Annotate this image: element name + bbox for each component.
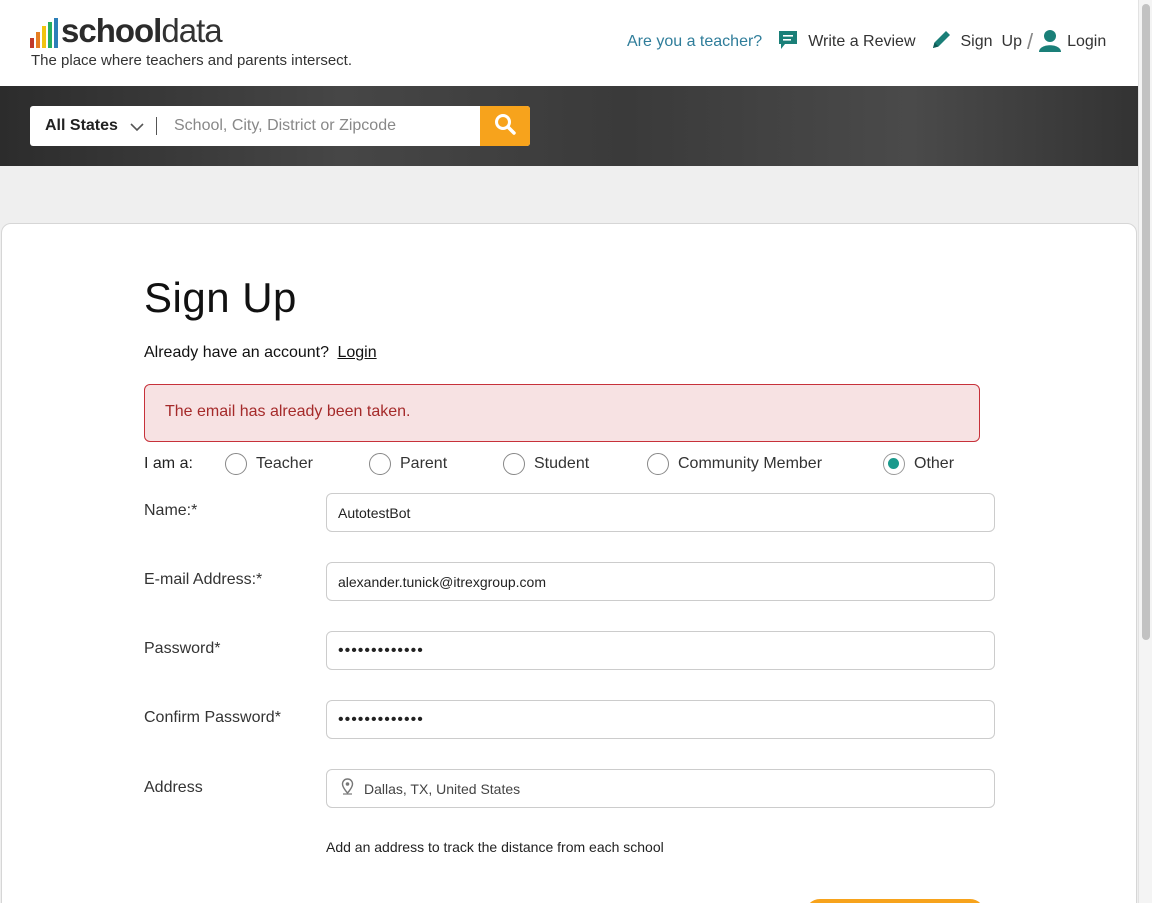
pencil-icon — [931, 29, 952, 55]
top-nav: Are you a teacher? Write a Review Sign U… — [627, 28, 1106, 57]
page-scrollbar[interactable] — [1138, 0, 1152, 903]
radio-teacher[interactable]: Teacher — [225, 453, 313, 475]
radio-community-label: Community Member — [678, 455, 823, 472]
confirm-password-label: Confirm Password* — [144, 709, 281, 726]
address-label: Address — [144, 779, 203, 796]
teacher-link[interactable]: Are you a teacher? — [627, 33, 762, 51]
radio-circle-checked — [883, 453, 905, 475]
radio-student-label: Student — [534, 455, 590, 472]
logo-bars-icon — [30, 18, 58, 48]
login-label: Login — [1067, 33, 1107, 50]
address-hint: Add an address to track the distance fro… — [326, 839, 664, 855]
submit-button[interactable] — [805, 899, 985, 903]
radio-student[interactable]: Student — [503, 453, 589, 475]
search-icon — [494, 113, 516, 140]
error-alert: The email has already been taken. — [144, 384, 980, 442]
user-icon — [1038, 28, 1062, 57]
write-review-label: Write a Review — [808, 33, 916, 50]
logo-text: schooldata — [61, 12, 223, 49]
radio-circle — [503, 453, 525, 475]
site-header: schooldata The place where teachers and … — [0, 0, 1138, 86]
search-button[interactable] — [480, 106, 530, 146]
tagline: The place where teachers and parents int… — [31, 52, 353, 69]
nav-separator: / — [1026, 29, 1034, 54]
radio-circle — [369, 453, 391, 475]
login-link[interactable]: Login — [1038, 28, 1106, 57]
already-account: Already have an account? Login — [144, 344, 377, 362]
name-label: Name:* — [144, 502, 198, 519]
sign-up-label-b: Up — [1001, 33, 1022, 50]
chevron-down-icon — [130, 119, 144, 137]
radio-parent-label: Parent — [400, 455, 448, 472]
signup-card: Sign Up Already have an account? Login T… — [1, 223, 1137, 903]
password-label: Password* — [144, 640, 221, 657]
search-input[interactable] — [157, 106, 480, 146]
write-review-link[interactable]: Write a Review — [777, 29, 916, 56]
role-label: I am a: — [144, 455, 193, 472]
email-label: E-mail Address:* — [144, 571, 263, 588]
location-pin-icon — [341, 777, 354, 800]
address-input[interactable] — [364, 780, 994, 797]
login-inline-link[interactable]: Login — [337, 344, 376, 361]
radio-parent[interactable]: Parent — [369, 453, 447, 475]
radio-other-label: Other — [914, 455, 955, 472]
password-field[interactable] — [326, 631, 995, 670]
radio-circle — [647, 453, 669, 475]
search-band: All States — [0, 86, 1138, 166]
radio-community-member[interactable]: Community Member — [647, 453, 822, 475]
name-field[interactable] — [326, 493, 995, 532]
scrollbar-thumb[interactable] — [1142, 4, 1150, 640]
email-field[interactable] — [326, 562, 995, 601]
sign-up-link[interactable]: Sign Up — [931, 29, 1022, 55]
search-bar: All States — [30, 106, 530, 146]
page-title: Sign Up — [144, 274, 297, 321]
state-select[interactable]: All States — [30, 106, 156, 146]
address-field[interactable] — [326, 769, 995, 808]
logo[interactable]: schooldata — [30, 12, 223, 49]
sign-up-label-a: Sign — [960, 33, 993, 50]
already-account-text: Already have an account? — [144, 344, 330, 361]
confirm-password-field[interactable] — [326, 700, 995, 739]
state-select-value: All States — [45, 117, 118, 134]
radio-circle — [225, 453, 247, 475]
speech-bubble-icon — [777, 29, 799, 56]
radio-teacher-label: Teacher — [256, 455, 313, 472]
radio-other[interactable]: Other — [883, 453, 954, 475]
